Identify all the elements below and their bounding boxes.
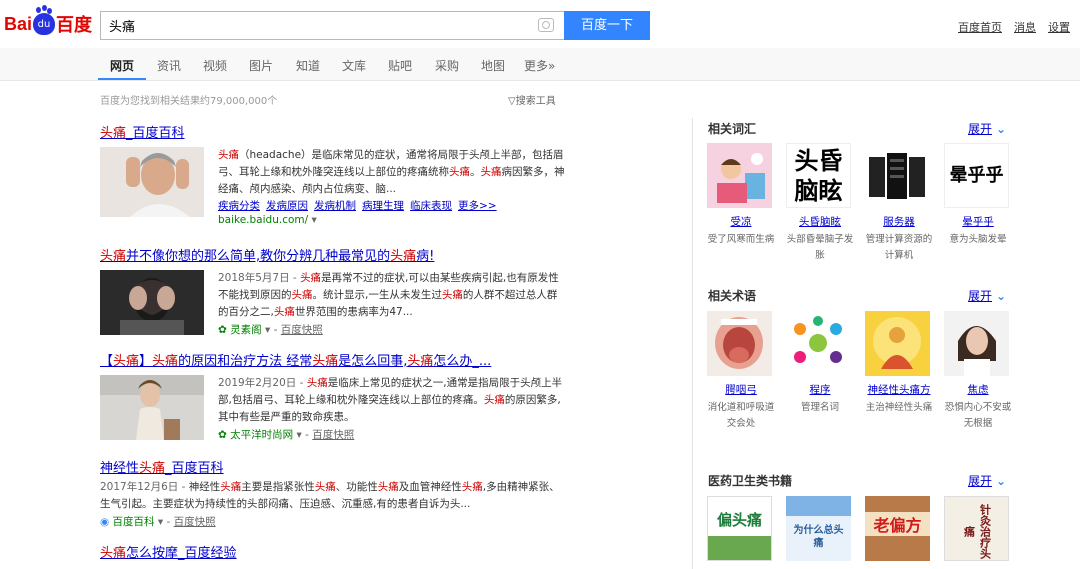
tab-wenku[interactable]: 文库 <box>342 57 366 74</box>
sidebar-heading: 相关词汇 <box>708 122 757 136</box>
headache-man-image <box>100 147 204 217</box>
kuaizhao-link[interactable]: 百度快照 <box>312 429 354 441</box>
home-link[interactable]: 百度首页 <box>958 19 1002 35</box>
sublink-more[interactable]: 更多>> <box>458 200 497 212</box>
related-card[interactable]: 服务器 管理计算资源的计算机 <box>865 143 933 264</box>
search-tools-button[interactable]: ▽搜索工具 <box>508 92 556 107</box>
header: Baidu百度 百度一下 百度首页 消息 设置 <box>0 0 1080 48</box>
result-title[interactable]: 【头痛】头痛的原因和治疗方法 经常头痛是怎么回事,头痛怎么办_... <box>100 350 565 369</box>
book-cover-icon: 为什么总头痛 <box>786 496 851 561</box>
search-button[interactable]: 百度一下 <box>564 11 650 40</box>
result-source: ✿ 灵素阁 ▾ - 百度快照 <box>218 324 323 336</box>
kuaizhao-link[interactable]: 百度快照 <box>174 516 216 528</box>
tab-zhidao[interactable]: 知道 <box>296 57 320 74</box>
sidebar-heading: 相关术语 <box>708 289 757 303</box>
result-snippet: 2018年5月7日 - 头痛是再常不过的症状,可以由某些疾病引起,也有原发性不能… <box>218 272 559 318</box>
tab-images[interactable]: 图片 <box>249 57 273 74</box>
book-card[interactable]: 为什么总头痛 <box>786 496 854 561</box>
camera-icon[interactable] <box>538 18 554 32</box>
result-stats: 百度为您找到相关结果约79,000,000个 <box>100 96 278 107</box>
stressed-person-image <box>100 270 204 335</box>
woman-headache-image <box>100 375 204 440</box>
result-thumbnail[interactable] <box>100 375 204 445</box>
related-card[interactable]: 腭咽弓 消化道和呼吸道交会处 <box>707 311 775 432</box>
result-snippet: 2019年2月20日 - 头痛是临床上常见的症状之一,通常是指局限于头颅上半部,… <box>218 377 563 423</box>
related-card[interactable]: 头昏脑眩 头昏脑眩 头部昏晕脑子发胀 <box>786 143 854 264</box>
sidebar-heading: 医药卫生类书籍 <box>708 474 793 488</box>
buddha-icon <box>865 311 930 376</box>
dropdown-arrow-icon[interactable]: ▾ <box>312 214 317 226</box>
message-link[interactable]: 消息 <box>1014 19 1036 35</box>
tab-more[interactable]: 更多» <box>524 57 555 74</box>
result-source: ◉ 百度百科 ▾ - 百度快照 <box>100 516 216 528</box>
process-diagram-icon <box>786 311 851 376</box>
baike-icon: ◉ <box>100 516 110 528</box>
anxious-woman-icon <box>944 311 1009 376</box>
top-links: 百度首页 消息 设置 <box>958 19 1070 35</box>
mouth-anatomy-icon <box>707 311 772 376</box>
filter-icon: ▽ <box>508 96 516 107</box>
book-card[interactable]: 针灸治疗头痛 <box>944 496 1012 561</box>
result-title[interactable]: 头痛_百度百科 <box>100 122 565 141</box>
book-cover-icon: 偏头痛 <box>707 496 772 561</box>
paw-icon: du <box>33 7 56 35</box>
related-card[interactable]: 焦虑 恐惧内心不安或无根据 <box>944 311 1012 432</box>
result-thumbnail[interactable] <box>100 270 204 340</box>
nav-tabs: 网页 资讯 视频 图片 知道 文库 贴吧 采购 地图 更多» <box>0 48 1080 81</box>
sublink[interactable]: 临床表现 <box>410 200 452 212</box>
cold-illustration-icon <box>707 143 772 208</box>
result-item: 头痛怎么按摩_百度经验 <box>100 542 565 561</box>
result-item: 头痛并不像你想的那么简单,教你分辨几种最常见的头痛病! 2018年5月7日 - … <box>100 245 565 340</box>
result-sublinks: 疾病分类 发病原因 发病机制 病理生理 临床表现 更多>> <box>218 198 565 213</box>
server-rack-icon <box>865 143 930 208</box>
tab-video[interactable]: 视频 <box>203 57 227 74</box>
result-snippet: 头痛（headache）是临床常见的症状，通常将局限于头颅上半部，包括眉弓、耳轮… <box>218 149 565 195</box>
sublink[interactable]: 发病机制 <box>314 200 356 212</box>
related-card[interactable]: 程序 管理名词 <box>786 311 854 416</box>
search-input[interactable] <box>101 12 521 39</box>
sublink[interactable]: 发病原因 <box>266 200 308 212</box>
result-title[interactable]: 头痛怎么按摩_百度经验 <box>100 542 565 561</box>
related-card[interactable]: 晕乎乎 晕乎乎 意为头脑发晕 <box>944 143 1012 248</box>
expand-button[interactable]: 展开 <box>968 287 1006 304</box>
result-item: 头痛_百度百科 头痛（headache）是临床常见的症状，通常将局限于头颅上半部… <box>100 122 565 226</box>
result-title[interactable]: 神经性头痛_百度百科 <box>100 457 565 476</box>
result-thumbnail[interactable] <box>100 147 204 217</box>
search-box <box>100 11 564 40</box>
result-item: 神经性头痛_百度百科 2017年12月6日 - 神经性头痛主要是指紧张性头痛、功… <box>100 457 565 529</box>
sublink[interactable]: 疾病分类 <box>218 200 260 212</box>
tab-news[interactable]: 资讯 <box>157 57 181 74</box>
site-icon: ✿ <box>218 429 227 441</box>
active-tab-indicator <box>98 78 146 80</box>
expand-button[interactable]: 展开 <box>968 120 1006 137</box>
baidu-logo[interactable]: Bai du 百度 <box>4 7 92 40</box>
column-divider <box>692 118 693 569</box>
book-cover-icon: 老偏方 <box>865 496 930 561</box>
result-snippet: 2017年12月6日 - 神经性头痛主要是指紧张性头痛、功能性头痛及血管神经性头… <box>100 481 560 510</box>
tab-webpage[interactable]: 网页 <box>110 57 134 74</box>
result-title[interactable]: 头痛并不像你想的那么简单,教你分辨几种最常见的头痛病! <box>100 245 565 264</box>
tab-map[interactable]: 地图 <box>481 57 505 74</box>
book-card[interactable]: 偏头痛 <box>707 496 775 561</box>
sublink[interactable]: 病理生理 <box>362 200 404 212</box>
result-source: baike.baidu.com/ ▾ <box>218 214 317 226</box>
expand-button[interactable]: 展开 <box>968 472 1006 489</box>
text-image-icon: 头昏脑眩 <box>786 143 851 208</box>
related-card[interactable]: 神经性头痛方 主治神经性头痛 <box>865 311 933 416</box>
result-source: ✿ 太平洋时尚网 ▾ - 百度快照 <box>218 429 355 441</box>
book-cover-icon: 针灸治疗头痛 <box>944 496 1009 561</box>
book-card[interactable]: 老偏方 <box>865 496 933 561</box>
tab-caigou[interactable]: 采购 <box>435 57 459 74</box>
text-image-icon: 晕乎乎 <box>944 143 1009 208</box>
site-icon: ✿ <box>218 324 227 336</box>
kuaizhao-link[interactable]: 百度快照 <box>281 324 323 336</box>
result-item: 【头痛】头痛的原因和治疗方法 经常头痛是怎么回事,头痛怎么办_... 2019年… <box>100 350 565 445</box>
settings-link[interactable]: 设置 <box>1048 19 1070 35</box>
tab-tieba[interactable]: 贴吧 <box>388 57 412 74</box>
related-card[interactable]: 受凉 受了风寒而生病 <box>707 143 775 248</box>
